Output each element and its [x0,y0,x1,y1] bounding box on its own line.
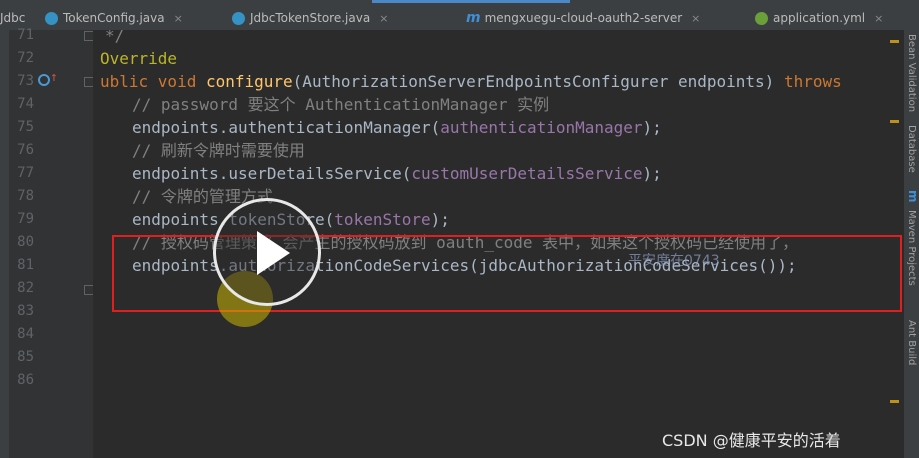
maven-projects-tab[interactable]: Maven Projects [906,210,917,286]
implements-arrow-icon[interactable]: ↑ [50,70,58,85]
play-icon [257,231,290,275]
active-tab-indicator [372,0,570,3]
java-class-icon [232,11,245,25]
ant-build-tab[interactable]: Ant Build [906,320,917,365]
code-line-75: endpoints.authenticationManager(authenti… [132,118,662,137]
line-number: 76 [17,142,34,158]
line-number: 78 [17,188,34,204]
line-number: 82 [17,280,34,296]
override-method-icon[interactable] [38,74,50,86]
scroll-marker[interactable] [890,40,899,43]
line-number: 86 [17,372,34,388]
right-tool-panel: Bean Validation Database m Maven Project… [904,30,919,458]
line-number: 80 [17,234,34,250]
line-number: 73 [17,73,34,89]
maven-icon: m [906,190,919,203]
line-number: 75 [17,119,34,135]
line-number: 74 [17,96,34,112]
code-line-76: // 刷新令牌时需要使用 [132,141,305,160]
line-number: 81 [17,257,34,273]
line-number: 84 [17,326,34,342]
tab-oauth2-server-module[interactable]: m mengxuegu-cloud-oauth2-server × [466,6,700,30]
code-line-72: Override [100,49,178,68]
play-button[interactable] [213,198,321,306]
maven-module-icon: m [466,10,481,26]
close-icon[interactable]: × [691,12,700,25]
scroll-marker[interactable] [890,400,899,403]
line-number: 72 [17,50,34,66]
close-icon[interactable]: × [174,12,183,25]
database-tab[interactable]: Database [906,125,917,173]
code-line-77: endpoints.userDetailsService(customUserD… [132,164,662,183]
line-number: 83 [17,303,34,319]
code-line-71: */ [105,30,125,45]
code-line-73: ublic void configure(AuthorizationServer… [100,72,842,91]
tab-jdbctokenstore-java[interactable]: JdbcTokenStore.java × [232,6,388,30]
java-class-icon [45,11,58,25]
editor-tab-bar: Jdbc TokenConfig.java × JdbcTokenStore.j… [0,0,919,31]
tab-application-yml[interactable]: application.yml × [755,6,883,30]
line-number: 77 [17,165,34,181]
line-number: 71 [17,27,34,43]
close-icon[interactable]: × [874,12,883,25]
tab-tokenconfig-java[interactable]: TokenConfig.java × [45,6,183,30]
close-icon[interactable]: × [379,12,388,25]
line-number: 79 [17,211,34,227]
bean-validation-tab[interactable]: Bean Validation [906,34,917,112]
spring-config-icon [755,11,768,25]
line-number: 85 [17,349,34,365]
code-line-74: // password 要这个 AuthenticationManager 实例 [132,95,550,114]
left-tool-strip [0,30,9,458]
csdn-watermark: CSDN @健康平安的活着 [662,431,841,450]
scroll-marker[interactable] [890,120,899,123]
